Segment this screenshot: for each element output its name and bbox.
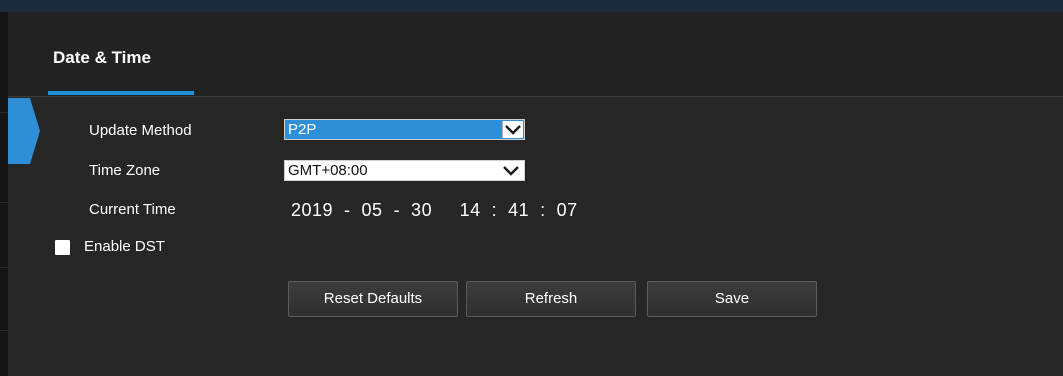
time-zone-value: GMT+08:00 [288, 162, 368, 179]
left-strip [0, 12, 8, 376]
update-method-label: Update Method [89, 122, 192, 139]
chevron-down-icon [502, 121, 523, 138]
save-button[interactable]: Save [647, 281, 817, 317]
active-section-marker-icon [8, 98, 40, 164]
tab-header: Date & Time [8, 12, 1063, 97]
reset-defaults-button[interactable]: Reset Defaults [288, 281, 458, 317]
current-time-value: 2019 - 05 - 30 14 : 41 : 07 [291, 200, 578, 220]
current-time-label: Current Time [89, 201, 176, 218]
refresh-button[interactable]: Refresh [466, 281, 636, 317]
update-method-value: P2P [288, 121, 317, 138]
settings-panel: Date & Time Update Method P2P Time Zone … [8, 12, 1063, 376]
time-zone-label: Time Zone [89, 162, 161, 179]
update-method-select[interactable]: P2P [284, 119, 525, 140]
chevron-down-icon [503, 166, 519, 176]
enable-dst-label: Enable DST [84, 238, 165, 255]
active-tab-indicator [48, 91, 194, 95]
time-zone-select[interactable]: GMT+08:00 [284, 160, 525, 181]
tab-date-time[interactable]: Date & Time [53, 48, 151, 68]
enable-dst-checkbox[interactable] [55, 240, 70, 255]
top-bar [0, 0, 1063, 12]
